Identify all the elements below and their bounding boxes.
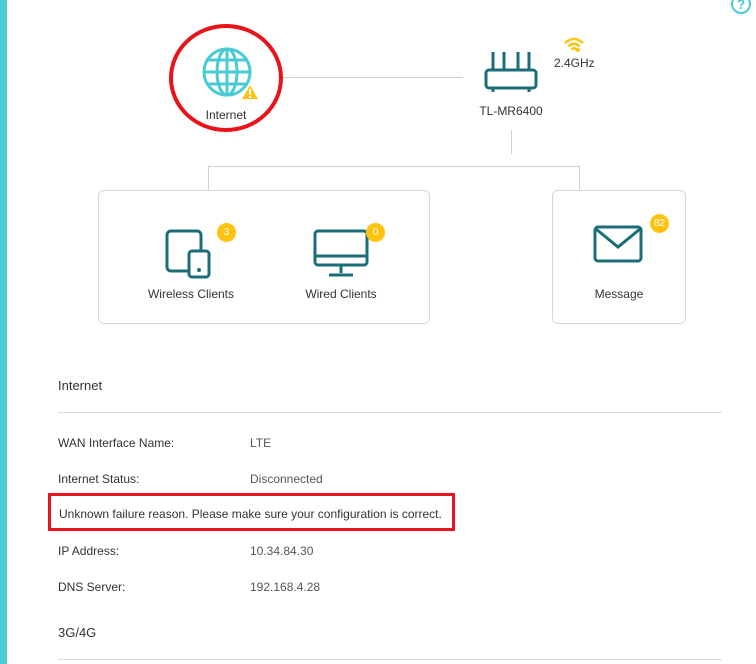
- message-card[interactable]: 82 Message: [552, 190, 686, 324]
- error-highlight-box: Unknown failure reason. Please make sure…: [48, 493, 455, 531]
- tree-line-right: [579, 166, 580, 190]
- help-icon[interactable]: ?: [731, 0, 751, 14]
- router-icon[interactable]: [484, 48, 538, 92]
- dns-server-value: 192.168.4.28: [250, 580, 321, 594]
- internet-section-title: Internet: [58, 378, 103, 393]
- error-message: Unknown failure reason. Please make sure…: [59, 507, 442, 521]
- envelope-icon: [593, 225, 643, 263]
- router-label: TL-MR6400: [479, 104, 543, 118]
- connection-line: [283, 77, 463, 78]
- divider: [58, 412, 722, 413]
- wired-clients-label: Wired Clients: [305, 287, 377, 301]
- message-count-badge: 82: [650, 214, 669, 233]
- wireless-clients[interactable]: 3 Wireless Clients: [139, 221, 243, 305]
- internet-status-label: Internet Status:: [58, 472, 140, 486]
- warning-icon: [242, 85, 258, 99]
- internet-label: Internet: [205, 108, 247, 122]
- left-accent-strip: [0, 0, 7, 664]
- ip-address-label: IP Address:: [58, 544, 120, 558]
- internet-status-value: Disconnected: [250, 472, 323, 486]
- wifi-icon: [564, 37, 584, 52]
- message-label: Message: [594, 287, 644, 301]
- tree-line-vertical: [511, 130, 512, 154]
- wired-count-badge: 0: [366, 223, 385, 242]
- wan-interface-value: LTE: [250, 436, 272, 450]
- monitor-icon: [313, 229, 369, 277]
- tablet-phone-icon: [165, 229, 211, 279]
- band-label: 2.4GHz: [554, 56, 595, 70]
- wired-clients[interactable]: 0 Wired Clients: [289, 221, 393, 305]
- divider: [58, 659, 722, 660]
- tree-line-horizontal: [208, 166, 580, 167]
- section-3g4g-title: 3G/4G: [58, 625, 97, 640]
- wireless-clients-label: Wireless Clients: [147, 287, 234, 301]
- internet-node[interactable]: Internet: [169, 24, 283, 132]
- ip-address-value: 10.34.84.30: [250, 544, 314, 558]
- wireless-count-badge: 3: [217, 223, 236, 242]
- dns-server-label: DNS Server:: [58, 580, 126, 594]
- clients-card: 3 Wireless Clients 0 Wired Clients: [98, 190, 430, 324]
- tree-line-left: [208, 166, 209, 190]
- wan-interface-label: WAN Interface Name:: [58, 436, 175, 450]
